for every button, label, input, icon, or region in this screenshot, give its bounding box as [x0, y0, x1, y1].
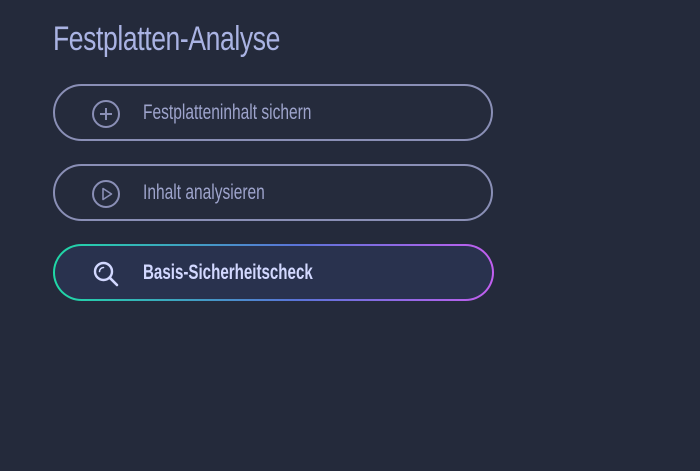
play-circle-icon: [91, 179, 121, 209]
basic-security-check-label: Basis-Sicherheitscheck: [143, 261, 313, 284]
plus-circle-icon: [91, 99, 121, 129]
backup-disk-content-label: Festplatteninhalt sichern: [143, 101, 312, 124]
analyze-content-label: Inhalt analysieren: [143, 181, 265, 204]
analyze-content-button[interactable]: Inhalt analysieren: [53, 164, 493, 221]
search-icon: [91, 259, 121, 289]
backup-disk-content-button[interactable]: Festplatteninhalt sichern: [53, 84, 493, 141]
basic-security-check-button[interactable]: Basis-Sicherheitscheck: [53, 244, 494, 301]
page-title: Festplatten-Analyse: [53, 20, 280, 58]
